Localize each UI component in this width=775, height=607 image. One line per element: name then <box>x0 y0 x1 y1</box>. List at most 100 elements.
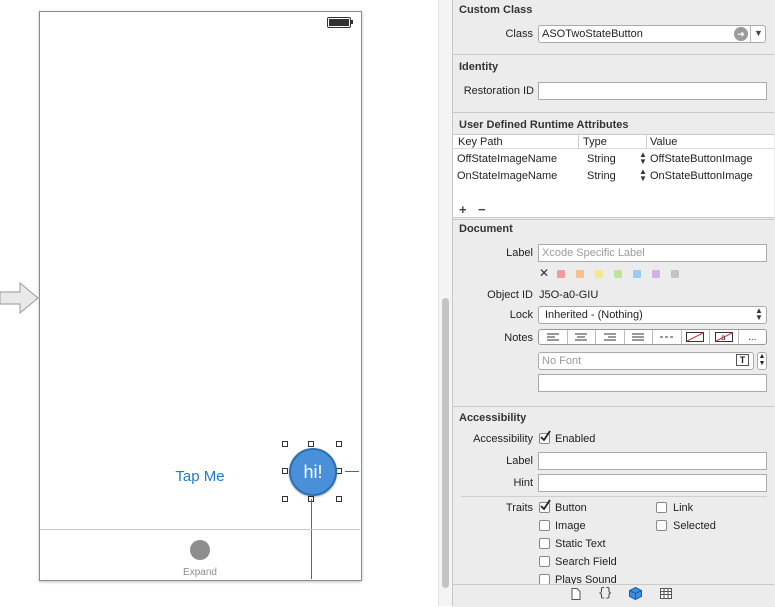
color-swatch-purple[interactable] <box>652 270 660 278</box>
table-header-divider <box>453 148 774 149</box>
row-value[interactable]: OnStateButtonImage <box>650 170 753 182</box>
no-background-color-icon[interactable]: a <box>710 330 739 344</box>
resize-handle[interactable] <box>282 496 288 502</box>
go-to-class-icon[interactable]: ➜ <box>734 27 748 41</box>
trait-static-text-checkbox[interactable] <box>539 538 550 549</box>
identity-inspector: Custom Class Class ASOTwoStateButton ➜ ▼… <box>452 0 775 607</box>
row-type[interactable]: String <box>587 153 616 165</box>
color-swatch-blue[interactable] <box>633 270 641 278</box>
lock-label: Lock <box>509 309 533 321</box>
media-library-icon[interactable] <box>660 588 672 599</box>
divider <box>461 496 767 497</box>
lock-popup[interactable]: Inherited - (Nothing) <box>538 306 767 324</box>
document-label-field[interactable]: Xcode Specific Label <box>538 244 767 262</box>
identity-title: Identity <box>459 61 499 73</box>
hint-field[interactable] <box>538 474 767 492</box>
color-swatch-orange[interactable] <box>576 270 584 278</box>
code-snippet-icon[interactable]: {} <box>598 586 612 600</box>
enabled-checkbox[interactable] <box>539 430 551 444</box>
trait-link-label: Link <box>673 502 694 514</box>
lock-value: Inherited - (Nothing) <box>545 309 643 321</box>
add-attribute-button[interactable]: + <box>459 202 467 217</box>
two-state-button[interactable]: hi! <box>289 448 337 496</box>
column-header-value[interactable]: Value <box>650 136 677 148</box>
class-value: ASOTwoStateButton <box>542 28 643 40</box>
row-key-path[interactable]: OnStateImageName <box>457 170 557 182</box>
align-center-icon[interactable] <box>568 330 596 344</box>
resize-handle[interactable] <box>336 496 342 502</box>
notes-text-field[interactable] <box>538 374 767 392</box>
tab-bar-divider <box>40 529 360 530</box>
expand-label[interactable]: Expand <box>170 567 230 578</box>
color-swatch-red[interactable] <box>557 270 565 278</box>
notes-formatting-toolbar[interactable]: a ... <box>538 329 767 345</box>
restoration-id-label: Restoration ID <box>463 85 534 97</box>
section-divider <box>453 112 774 113</box>
class-combobox[interactable]: ASOTwoStateButton <box>538 25 766 43</box>
a11y-label-field[interactable] <box>538 452 767 470</box>
file-template-icon[interactable] <box>571 588 581 600</box>
constraint-line[interactable] <box>311 499 312 579</box>
font-picker-icon[interactable]: T <box>736 354 749 366</box>
clear-color-icon[interactable]: ✕ <box>539 266 549 280</box>
column-divider <box>646 135 647 148</box>
restoration-id-field[interactable] <box>538 82 767 100</box>
library-selector-bar <box>453 584 774 607</box>
color-swatch-green[interactable] <box>614 270 622 278</box>
canvas-scrollbar[interactable] <box>438 0 452 606</box>
align-justify-icon[interactable] <box>625 330 653 344</box>
type-stepper-icon[interactable]: ▲ ▼ <box>639 151 647 166</box>
constraint-line[interactable] <box>345 471 359 472</box>
column-header-type[interactable]: Type <box>583 136 607 148</box>
initial-view-controller-arrow-icon <box>0 281 39 315</box>
resize-handle[interactable] <box>308 441 314 447</box>
chevron-down-icon[interactable]: ▼ <box>754 28 763 38</box>
traits-label: Traits <box>505 502 533 514</box>
column-divider <box>578 135 579 148</box>
object-library-icon[interactable] <box>629 587 642 600</box>
trait-image-checkbox[interactable] <box>539 520 550 531</box>
section-divider <box>453 54 774 55</box>
trait-button-checkbox[interactable] <box>539 499 551 513</box>
align-natural-icon[interactable] <box>653 330 682 344</box>
trait-link-checkbox[interactable] <box>656 502 667 513</box>
class-label: Class <box>505 28 533 40</box>
notes-label: Notes <box>504 332 533 344</box>
trait-selected-checkbox[interactable] <box>656 520 667 531</box>
align-right-icon[interactable] <box>596 330 625 344</box>
object-id-value: J5O-a0-GIU <box>539 289 599 301</box>
storyboard-canvas[interactable]: Tap Me hi! Expand <box>0 0 438 606</box>
tap-me-button[interactable]: Tap Me <box>160 468 240 485</box>
battery-icon <box>327 17 351 28</box>
color-swatch-gray[interactable] <box>671 270 679 278</box>
resize-handle[interactable] <box>336 441 342 447</box>
accessibility-title: Accessibility <box>459 412 527 424</box>
trait-search-field-label: Search Field <box>555 556 617 568</box>
row-value[interactable]: OffStateButtonImage <box>650 153 753 165</box>
remove-attribute-button[interactable]: − <box>478 202 486 217</box>
expand-icon[interactable] <box>190 540 210 560</box>
align-left-icon[interactable] <box>539 330 568 344</box>
column-header-key-path[interactable]: Key Path <box>458 136 503 148</box>
section-divider <box>453 406 774 407</box>
color-swatch-yellow[interactable] <box>595 270 603 278</box>
row-type[interactable]: String <box>587 170 616 182</box>
type-stepper-icon[interactable]: ▲ ▼ <box>639 168 647 183</box>
battery-tip <box>351 20 353 24</box>
trait-image-label: Image <box>555 520 586 532</box>
font-placeholder: No Font <box>542 355 582 367</box>
popup-arrows-icon: ▲ ▼ <box>755 306 763 322</box>
no-text-color-icon[interactable] <box>682 330 710 344</box>
row-key-path[interactable]: OffStateImageName <box>457 153 557 165</box>
scrollbar-thumb[interactable] <box>442 298 449 588</box>
font-field[interactable]: No Font <box>538 352 754 370</box>
resize-handle[interactable] <box>282 441 288 447</box>
section-divider <box>453 219 774 220</box>
accessibility-label: Accessibility <box>473 433 533 445</box>
more-options-button[interactable]: ... <box>739 330 767 344</box>
resize-handle[interactable] <box>282 468 288 474</box>
divider <box>750 26 751 42</box>
font-size-stepper[interactable]: ▲ ▼ <box>757 352 767 370</box>
runtime-attributes-title: User Defined Runtime Attributes <box>459 119 629 131</box>
trait-search-field-checkbox[interactable] <box>539 556 550 567</box>
